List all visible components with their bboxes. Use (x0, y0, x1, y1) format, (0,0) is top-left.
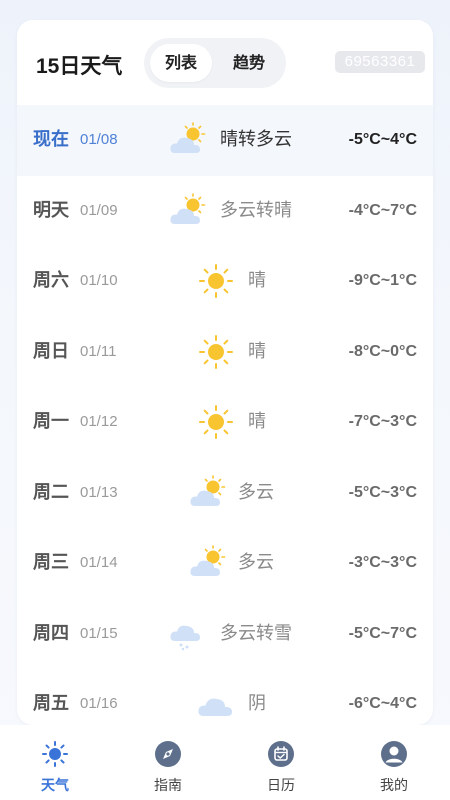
tab-trend[interactable]: 趋势 (218, 44, 280, 82)
temp-range: -9°C~1°C (348, 272, 417, 289)
forecast-row[interactable]: 现在 01/08 晴转多云 -5°C~4°C (17, 105, 433, 176)
day-label: 周一 (33, 411, 69, 432)
forecast-row[interactable]: 周一 01/12 晴 -7°C~3°C (17, 387, 433, 458)
temp-range: -8°C~0°C (348, 342, 417, 360)
sun-icon (197, 263, 235, 299)
sun-icon (197, 404, 235, 440)
partly-cloudy-icon (169, 122, 207, 158)
tab-label: 日历 (267, 778, 295, 794)
view-toggle: 列表 趋势 (144, 38, 286, 88)
forecast-row[interactable]: 周四 01/15 多云转雪 -5°C~7°C (17, 599, 433, 670)
condition-label: 多云 (238, 552, 274, 573)
partly-cloudy-icon (189, 474, 227, 511)
cloud-snow-icon (169, 616, 207, 652)
temp-range: -3°C~3°C (348, 554, 417, 571)
overcast-cloud-icon (197, 686, 235, 722)
condition-label: 晴 (248, 411, 266, 432)
tab-label: 天气 (41, 778, 69, 794)
date-label: 01/09 (80, 201, 118, 219)
tab-weather[interactable]: 天气 (15, 725, 95, 800)
day-label: 明天 (33, 199, 69, 221)
temp-range: -5°C~3°C (348, 483, 417, 501)
day-label: 周六 (33, 270, 69, 291)
bottom-tab-bar: 天气 指南 日历 我的 (0, 725, 450, 800)
condition-label: 多云转雪 (220, 622, 292, 644)
forecast-row[interactable]: 周五 01/16 阴 -6°C~4°C (17, 669, 433, 725)
partly-cloudy-icon (169, 192, 207, 229)
day-label: 周日 (33, 340, 69, 362)
day-label: 周五 (33, 693, 69, 714)
condition-label: 阴 (248, 693, 266, 714)
sun-icon (197, 334, 235, 370)
tab-label: 我的 (380, 778, 408, 794)
day-label: 周四 (33, 622, 69, 644)
compass-icon (154, 740, 182, 768)
day-label: 周二 (33, 481, 69, 503)
condition-label: 多云 (238, 481, 274, 503)
forecast-list: 现在 01/08 晴转多云 -5°C~4°C 明天 01/09 多云转晴 -4°… (17, 105, 433, 725)
tab-guide[interactable]: 指南 (128, 725, 208, 800)
condition-label: 多云转晴 (220, 199, 292, 221)
code-badge: 69563361 (335, 51, 425, 73)
forecast-row[interactable]: 周六 01/10 晴 -9°C~1°C (17, 246, 433, 317)
forecast-row[interactable]: 周日 01/11 晴 -8°C~0°C (17, 317, 433, 388)
condition-label: 晴 (248, 270, 266, 291)
forecast-card: 15日天气 列表 趋势 69563361 现在 01/08 晴转多云 -5°C~… (17, 20, 433, 725)
temp-range: -5°C~7°C (348, 624, 417, 642)
date-label: 01/11 (80, 342, 117, 360)
condition-label: 晴转多云 (220, 129, 292, 150)
date-label: 01/14 (80, 554, 118, 571)
date-label: 01/12 (80, 413, 118, 430)
condition-label: 晴 (248, 340, 266, 362)
forecast-header: 15日天气 列表 趋势 69563361 (17, 20, 433, 104)
tab-list[interactable]: 列表 (150, 44, 212, 82)
temp-range: -5°C~4°C (348, 131, 417, 148)
temp-range: -7°C~3°C (348, 413, 417, 430)
page-title: 15日天气 (36, 55, 123, 78)
date-label: 01/10 (80, 272, 118, 289)
day-label: 周三 (33, 552, 69, 573)
date-label: 01/08 (80, 131, 118, 148)
temp-range: -4°C~7°C (348, 201, 417, 219)
tab-calendar[interactable]: 日历 (241, 725, 321, 800)
date-label: 01/16 (80, 695, 118, 712)
date-label: 01/13 (80, 483, 118, 501)
user-icon (380, 740, 408, 768)
forecast-row[interactable]: 周三 01/14 多云 -3°C~3°C (17, 528, 433, 599)
tab-label: 指南 (154, 778, 182, 794)
tab-profile[interactable]: 我的 (354, 725, 434, 800)
calendar-icon (267, 740, 295, 768)
temp-range: -6°C~4°C (348, 695, 417, 712)
day-label: 现在 (33, 129, 69, 150)
sun-icon (41, 740, 69, 768)
partly-cloudy-icon (189, 545, 227, 581)
forecast-row[interactable]: 周二 01/13 多云 -5°C~3°C (17, 458, 433, 529)
forecast-row[interactable]: 明天 01/09 多云转晴 -4°C~7°C (17, 176, 433, 247)
date-label: 01/15 (80, 624, 118, 642)
